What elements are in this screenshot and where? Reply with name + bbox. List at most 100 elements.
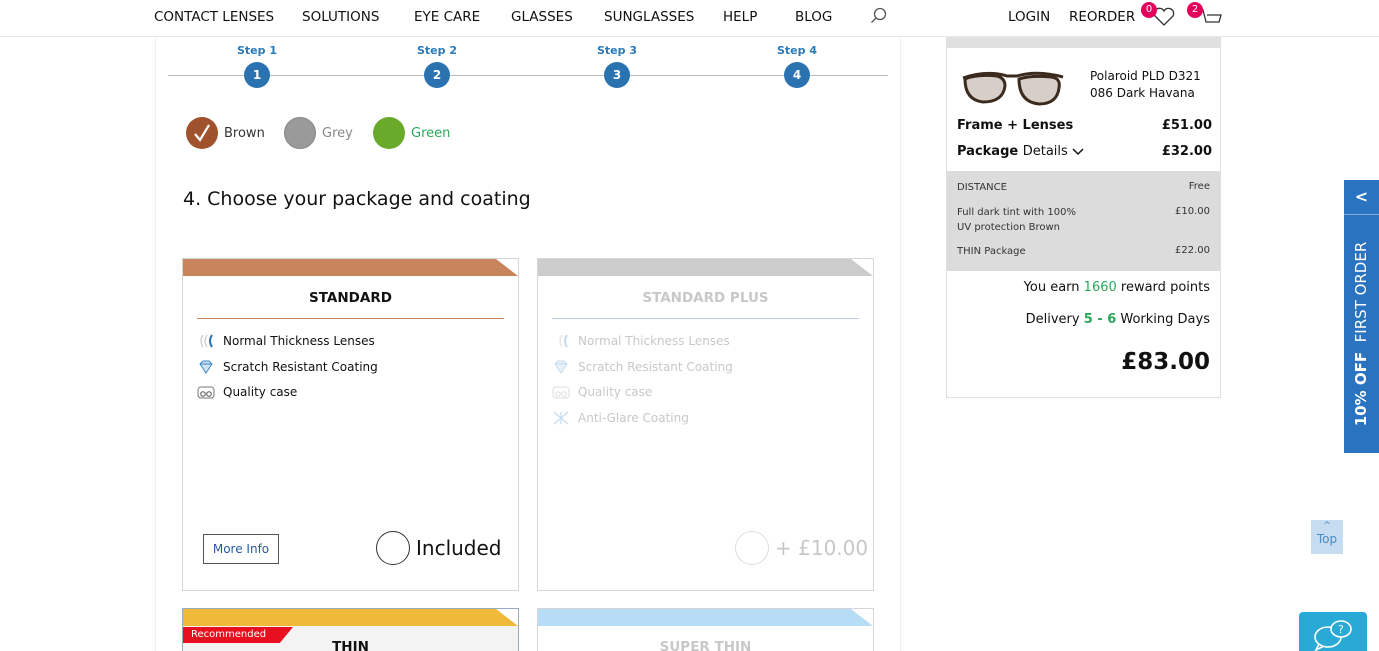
- package-title: STANDARD: [197, 290, 504, 319]
- glasses-case-icon: [197, 386, 215, 399]
- detail-label: DISTANCE: [957, 182, 1007, 193]
- step-4-button[interactable]: 4: [784, 62, 810, 88]
- frame-lenses-label: Frame + Lenses: [957, 118, 1074, 133]
- delivery-suffix: Working Days: [1120, 312, 1210, 327]
- tint-label-green: Green: [411, 126, 451, 141]
- order-summary: Selected Frame Polaroid PLD D321 086 Dar…: [946, 27, 1221, 398]
- nav-eye-care[interactable]: EYE CARE: [414, 9, 480, 25]
- detail-price: Free: [1188, 181, 1210, 192]
- reorder-link[interactable]: REORDER: [1069, 9, 1135, 25]
- detail-label: THIN Package: [957, 246, 1026, 257]
- top-navigation: CONTACT LENSES SOLUTIONS EYE CARE GLASSE…: [0, 0, 1379, 37]
- glasses-case-icon: [552, 386, 570, 399]
- package-price: + £10.00: [775, 536, 869, 560]
- wishlist-count-badge: 0: [1141, 2, 1157, 18]
- step-2-label: Step 2: [417, 44, 457, 57]
- package-details-toggle[interactable]: Details: [1023, 144, 1068, 159]
- nav-blog[interactable]: BLOG: [795, 9, 832, 25]
- cart-count-badge: 2: [1187, 2, 1203, 18]
- package-card-standard-plus[interactable]: STANDARD PLUS Normal Thickness Lenses Sc…: [537, 258, 874, 591]
- package-radio[interactable]: [376, 531, 410, 565]
- tint-label-grey: Grey: [322, 126, 353, 141]
- package-card-thin[interactable]: Recommended THIN: [182, 608, 519, 651]
- frame-lenses-row: Frame + Lenses £51.00: [957, 118, 1212, 136]
- package-details-box: DISTANCE Free Full dark tint with 100% U…: [947, 171, 1220, 271]
- step-1-label: Step 1: [237, 44, 277, 57]
- detail-label-line2: UV protection Brown: [957, 222, 1060, 233]
- package-title: SUPER THIN: [659, 639, 752, 651]
- step-3-button[interactable]: 3: [604, 62, 630, 88]
- diamond-icon: [199, 360, 213, 374]
- delivery-prefix: Delivery: [1025, 312, 1080, 327]
- chat-bubble-icon: ?: [1314, 620, 1352, 651]
- package-title: STANDARD PLUS: [552, 290, 859, 319]
- package-card-standard[interactable]: STANDARD Normal Thickness Lenses Scratch…: [182, 258, 519, 591]
- feature-text: Anti-Glare Coating: [578, 411, 689, 425]
- nav-solutions[interactable]: SOLUTIONS: [302, 9, 379, 25]
- nav-help[interactable]: HELP: [723, 9, 757, 25]
- frame-model: Polaroid PLD D321: [1090, 69, 1201, 83]
- tint-label-brown: Brown: [224, 126, 265, 141]
- green-swatch: [373, 117, 405, 149]
- package-title: THIN: [332, 639, 369, 651]
- frame-color: 086 Dark Havana: [1090, 86, 1195, 100]
- anti-glare-icon: [553, 411, 569, 425]
- package-price-total: £32.00: [1161, 144, 1212, 159]
- promo-label: FIRST ORDER: [1352, 241, 1370, 343]
- chat-button[interactable]: ?: [1299, 612, 1367, 651]
- reward-points: You earn 1660 reward points: [1024, 280, 1210, 295]
- chevron-left-icon[interactable]: <: [1344, 180, 1379, 214]
- earn-prefix: You earn: [1023, 280, 1080, 295]
- points-value: 1660: [1083, 280, 1117, 295]
- chevron-down-icon[interactable]: [1072, 147, 1084, 157]
- feature-text: Quality case: [578, 385, 653, 399]
- package-price: Included: [416, 536, 502, 560]
- checkmark-icon: [194, 124, 210, 142]
- feature-text: Normal Thickness Lenses: [578, 334, 730, 348]
- order-total: £83.00: [1121, 349, 1210, 375]
- steps-progress-line: [168, 75, 888, 76]
- search-icon[interactable]: [870, 7, 888, 25]
- grey-swatch: [284, 117, 316, 149]
- delivery-estimate: Delivery 5 - 6 Working Days: [1026, 312, 1210, 327]
- package-row: Package Details £32.00: [957, 144, 1212, 162]
- nav-glasses[interactable]: GLASSES: [511, 9, 573, 25]
- detail-price: £22.00: [1175, 245, 1210, 256]
- frame-image: [962, 71, 1064, 106]
- section-title: 4. Choose your package and coating: [183, 188, 531, 210]
- svg-text:?: ?: [1338, 623, 1344, 636]
- top-label: Top: [1316, 532, 1338, 546]
- step-2-button[interactable]: 2: [424, 62, 450, 88]
- package-label: Package: [957, 144, 1019, 159]
- nav-sunglasses[interactable]: SUNGLASSES: [604, 9, 694, 25]
- promo-discount: 10% OFF: [1352, 351, 1370, 427]
- detail-label-line1: Full dark tint with 100%: [957, 207, 1076, 218]
- delivery-days: 5 - 6: [1083, 312, 1117, 327]
- package-details-text: Details: [1022, 144, 1068, 159]
- first-order-promo-tab[interactable]: < 10% OFF FIRST ORDER: [1344, 180, 1379, 453]
- chevron-up-icon: ^: [1323, 521, 1331, 531]
- detail-label: Full dark tint with 100% UV protection B…: [957, 205, 1076, 235]
- step-4-label: Step 4: [777, 44, 817, 57]
- promo-text: 10% OFF FIRST ORDER: [1352, 242, 1370, 427]
- step-3-label: Step 3: [597, 44, 637, 57]
- lens-thickness-icon: [200, 334, 213, 348]
- card-top-bar: [183, 259, 518, 276]
- detail-price: £10.00: [1175, 206, 1210, 217]
- more-info-button[interactable]: More Info: [203, 534, 279, 564]
- diamond-icon: [554, 360, 568, 374]
- back-to-top-button[interactable]: ^ Top: [1311, 520, 1343, 554]
- card-top-bar: [538, 259, 873, 276]
- package-radio[interactable]: [735, 531, 769, 565]
- card-top-bar: [538, 609, 873, 626]
- step-1-button[interactable]: 1: [244, 62, 270, 88]
- nav-contact-lenses[interactable]: CONTACT LENSES: [154, 9, 274, 25]
- package-card-super-thin[interactable]: SUPER THIN: [537, 608, 874, 651]
- login-link[interactable]: LOGIN: [1008, 9, 1050, 25]
- feature-text: Normal Thickness Lenses: [223, 334, 375, 348]
- lens-thickness-icon: [559, 334, 568, 348]
- frame-lenses-price: £51.00: [1161, 118, 1212, 133]
- frame-name: Polaroid PLD D321 086 Dark Havana: [1090, 68, 1201, 102]
- feature-text: Quality case: [223, 385, 298, 399]
- card-top-bar: [183, 609, 518, 626]
